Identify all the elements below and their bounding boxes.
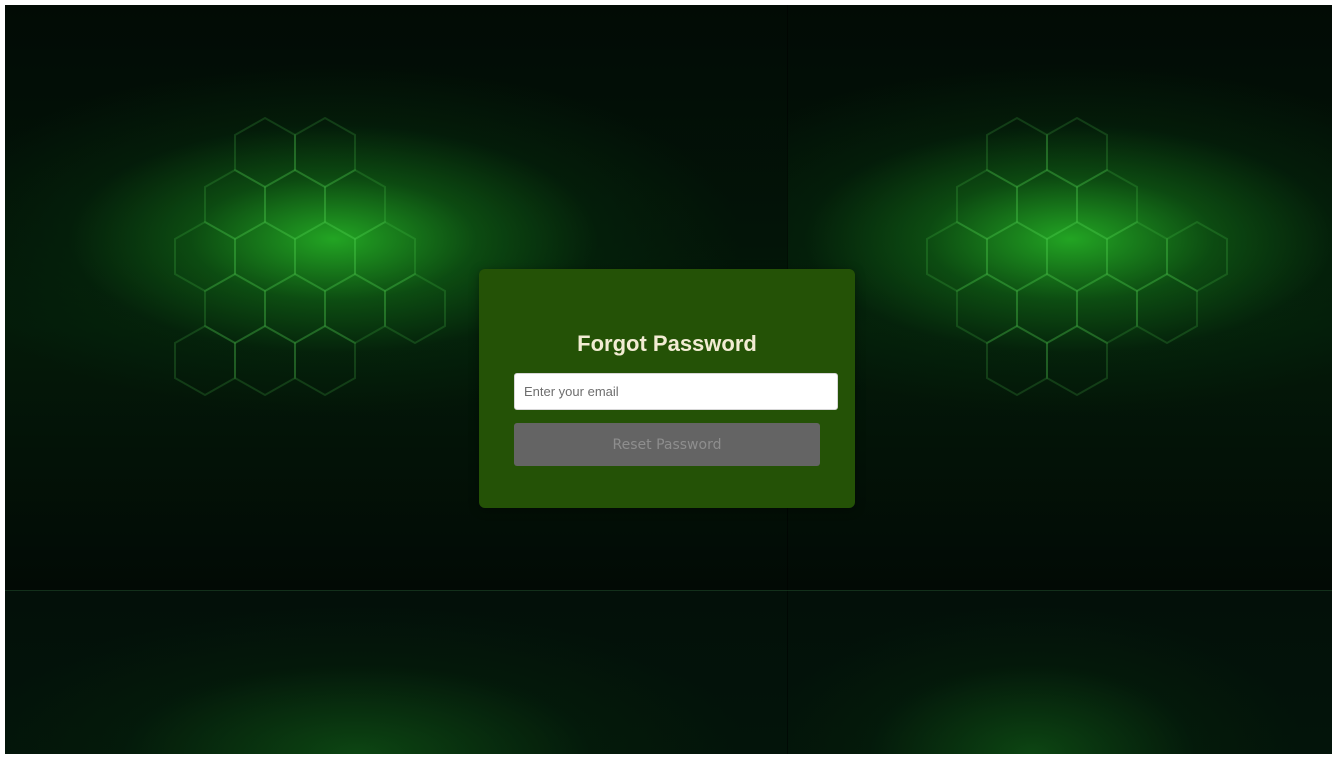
email-field[interactable] bbox=[514, 373, 838, 410]
background-tile bbox=[787, 5, 1332, 590]
background-tile bbox=[787, 590, 1332, 754]
tile-seam bbox=[5, 590, 1332, 591]
page-background: Forgot Password Reset Password bbox=[5, 5, 1332, 754]
hexagon-pattern bbox=[926, 116, 1228, 397]
forgot-password-card: Forgot Password Reset Password bbox=[479, 269, 855, 508]
background-tile bbox=[5, 590, 787, 754]
reset-password-button[interactable]: Reset Password bbox=[514, 423, 820, 466]
page-title: Forgot Password bbox=[577, 331, 757, 356]
